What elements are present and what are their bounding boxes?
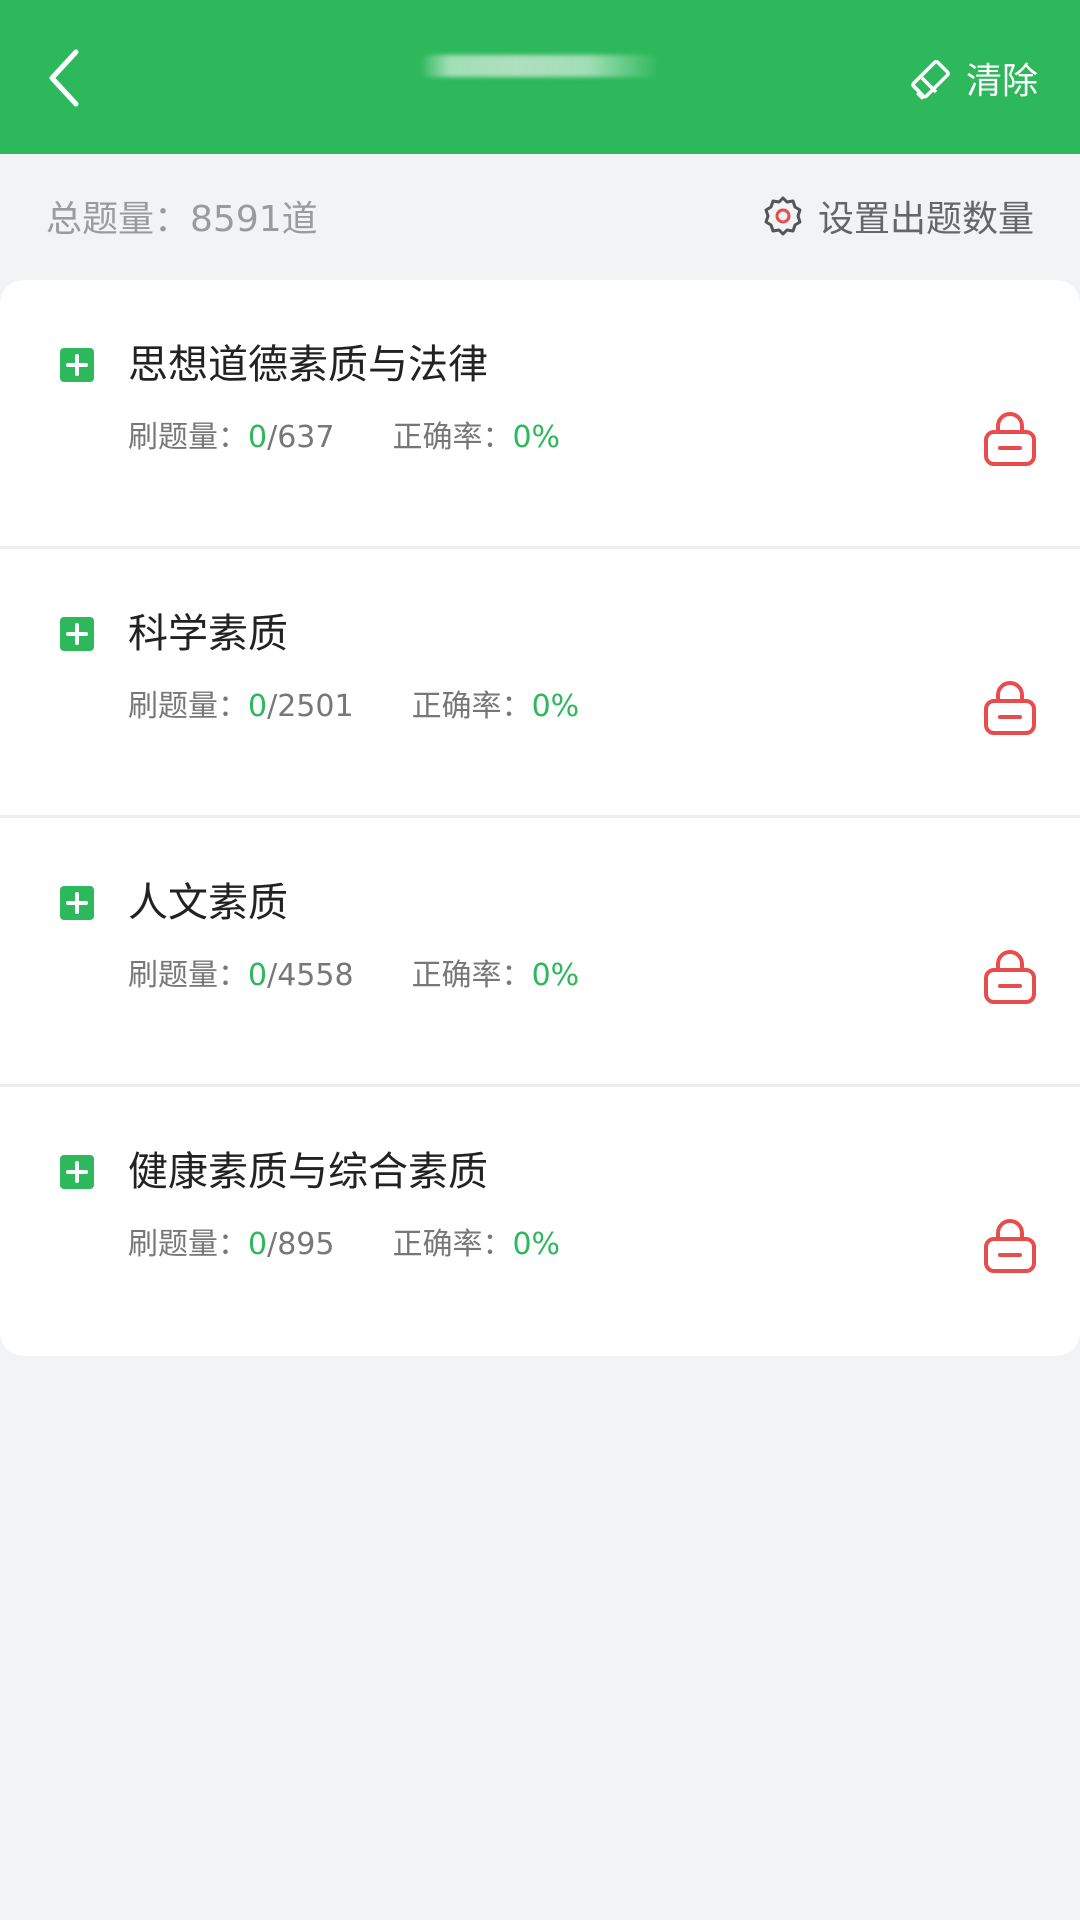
- practice-total: /2501: [267, 689, 354, 724]
- lock-icon[interactable]: [982, 408, 1038, 468]
- practice-total: /895: [267, 1227, 335, 1262]
- plus-square-icon[interactable]: [60, 617, 94, 651]
- accuracy-value: 0%: [512, 420, 561, 455]
- subject-item[interactable]: 思想道德素质与法律 刷题量： 0 /637 正确率： 0%: [0, 280, 1080, 549]
- clear-button[interactable]: 清除: [910, 52, 1038, 112]
- total-value: 8591道: [190, 199, 318, 240]
- summary-row: 总题量：8591道 设置出题数量: [0, 154, 1080, 278]
- practice-label: 刷题量：: [128, 689, 248, 724]
- back-button[interactable]: [34, 38, 94, 118]
- subject-item[interactable]: 健康素质与综合素质 刷题量： 0 /895 正确率： 0%: [0, 1087, 1080, 1356]
- subject-item[interactable]: 科学素质 刷题量： 0 /2501 正确率： 0%: [0, 549, 1080, 818]
- practice-label: 刷题量：: [128, 420, 248, 455]
- subject-item[interactable]: 人文素质 刷题量： 0 /4558 正确率： 0%: [0, 818, 1080, 1087]
- practice-done: 0: [248, 420, 268, 455]
- plus-glyph: [66, 623, 88, 645]
- practice-done: 0: [248, 1227, 268, 1262]
- plus-square-icon[interactable]: [60, 886, 94, 920]
- practice-done: 0: [248, 958, 268, 993]
- set-question-count-button[interactable]: 设置出题数量: [762, 190, 1034, 242]
- accuracy-label: 正确率：: [411, 958, 532, 993]
- plus-square-icon[interactable]: [60, 348, 94, 382]
- lock-icon[interactable]: [982, 1215, 1038, 1275]
- chevron-left-icon: [49, 49, 79, 107]
- subject-stats: 刷题量： 0 /895 正确率： 0%: [128, 1225, 560, 1265]
- accuracy-label: 正确率：: [392, 1227, 513, 1262]
- subject-title: 人文素质: [128, 880, 288, 926]
- subject-title: 思想道德素质与法律: [128, 342, 488, 388]
- eraser-icon: [911, 60, 950, 100]
- blurred-title-mark: [420, 55, 660, 77]
- accuracy-value: 0%: [531, 689, 580, 724]
- subject-stats: 刷题量： 0 /2501 正确率： 0%: [128, 687, 579, 727]
- practice-done: 0: [248, 689, 268, 724]
- app-header: 清除: [0, 0, 1080, 154]
- accuracy-label: 正确率：: [411, 689, 532, 724]
- plus-glyph: [66, 892, 88, 914]
- accuracy-value: 0%: [531, 958, 580, 993]
- lock-icon[interactable]: [982, 946, 1038, 1006]
- practice-total: /4558: [267, 958, 354, 993]
- subject-title: 科学素质: [128, 611, 288, 657]
- subject-stats: 刷题量： 0 /4558 正确率： 0%: [128, 956, 579, 996]
- total-question-count: 总题量：8591道: [46, 190, 318, 242]
- lock-icon[interactable]: [982, 677, 1038, 737]
- plus-square-icon[interactable]: [60, 1155, 94, 1189]
- page: 清除 总题量：8591道 设置出题数量 思想道德素质与法律 刷题量： 0 /63…: [0, 0, 1080, 1920]
- subject-list: 思想道德素质与法律 刷题量： 0 /637 正确率： 0% 科学素质 刷题量： …: [0, 280, 1080, 1356]
- accuracy-value: 0%: [512, 1227, 561, 1262]
- subject-stats: 刷题量： 0 /637 正确率： 0%: [128, 418, 560, 458]
- plus-glyph: [66, 354, 88, 376]
- accuracy-label: 正确率：: [392, 420, 513, 455]
- gear-icon: [764, 196, 802, 236]
- subject-title: 健康素质与综合素质: [128, 1149, 488, 1195]
- total-label: 总题量：: [46, 199, 191, 240]
- practice-total: /637: [267, 420, 335, 455]
- practice-label: 刷题量：: [128, 958, 248, 993]
- clear-label: 清除: [965, 61, 1038, 102]
- plus-glyph: [66, 1161, 88, 1183]
- set-count-label: 设置出题数量: [817, 199, 1034, 240]
- practice-label: 刷题量：: [128, 1227, 248, 1262]
